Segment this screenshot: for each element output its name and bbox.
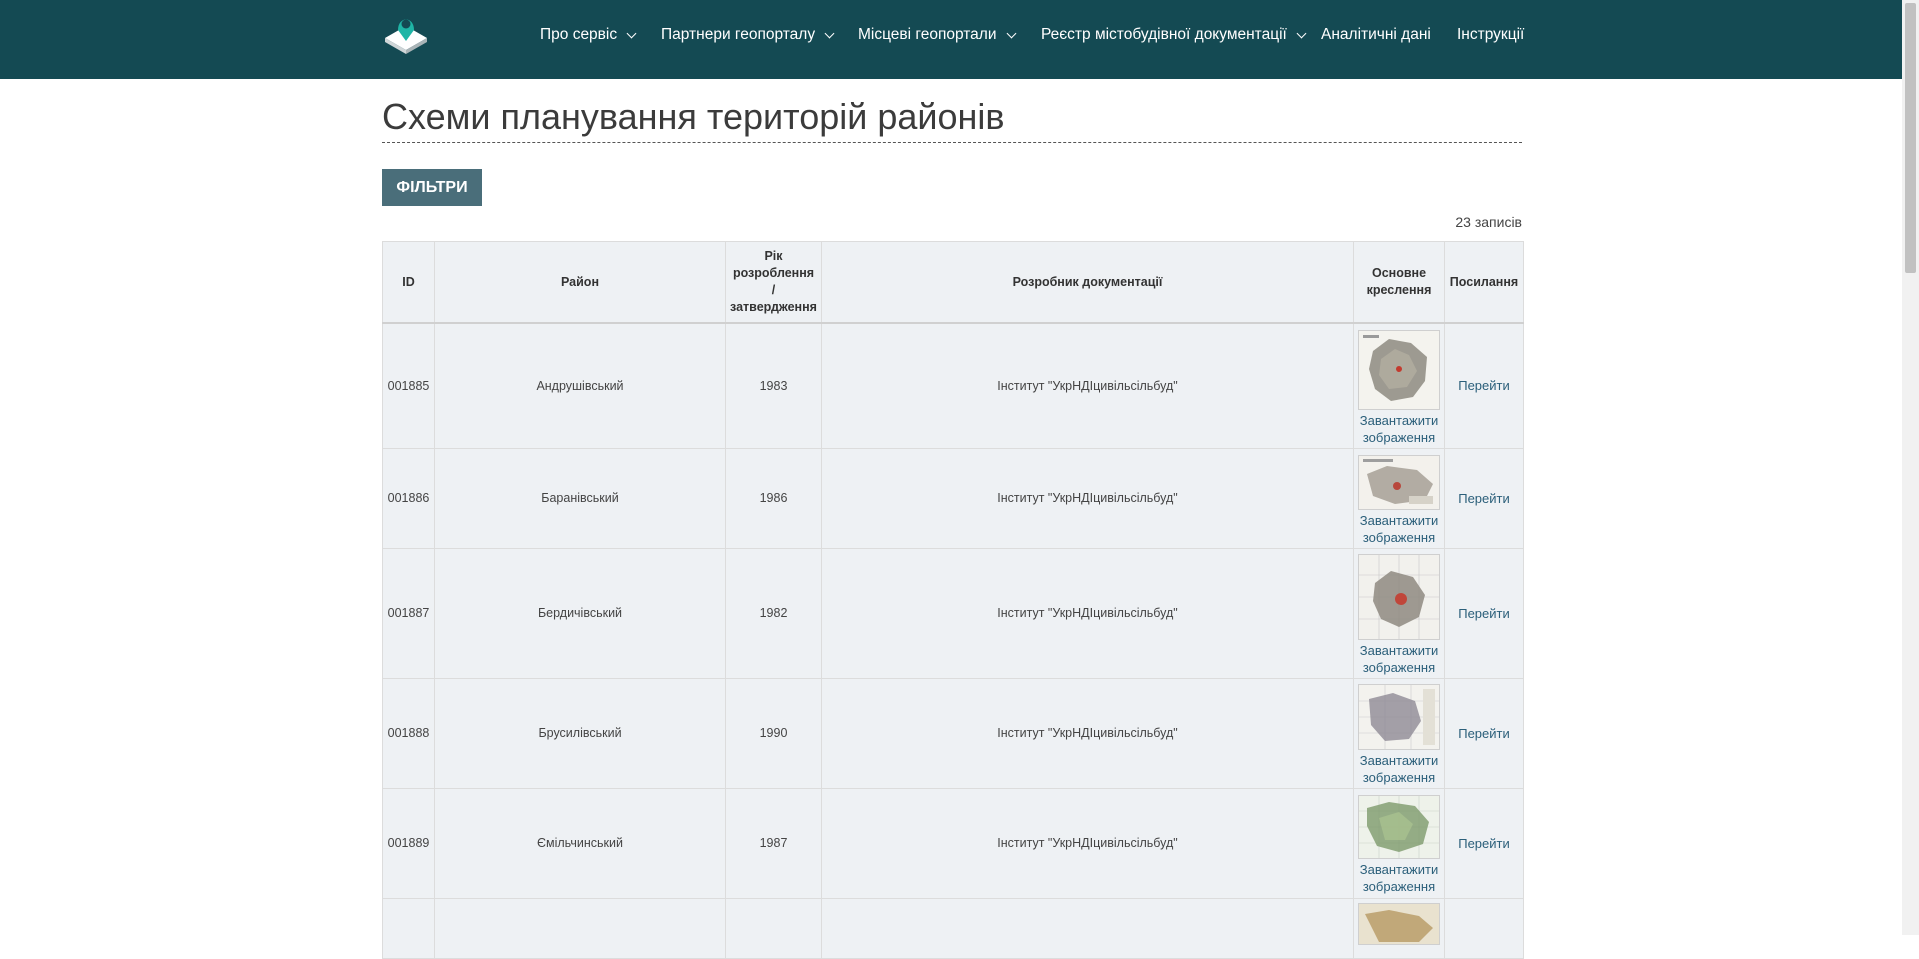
- cell-year: 1990: [725, 677, 822, 789]
- chevron-down-icon: [626, 28, 637, 38]
- map-thumbnail[interactable]: [1358, 329, 1440, 410]
- table-row: 001889 Ємільчинський 1987 Інститут "УкрН…: [382, 787, 1524, 899]
- cell-id: 001886: [382, 447, 435, 549]
- download-image-link[interactable]: Завантажити зображення: [1358, 642, 1440, 676]
- nav-item-label: Партнери геопорталу: [661, 26, 816, 43]
- table-row: 001887 Бердичівський 1982 Інститут "УкрН…: [382, 547, 1524, 679]
- table-row: 001886 Баранівський 1986 Інститут "УкрНД…: [382, 447, 1524, 549]
- map-thumbnail[interactable]: [1358, 454, 1440, 510]
- scrollbar-thumb[interactable]: [1905, 3, 1916, 273]
- cell-district: Баранівський: [434, 447, 726, 549]
- nav-item-about[interactable]: Про сервіс: [540, 26, 637, 44]
- cell-district: Бердичівський: [434, 547, 726, 679]
- map-thumbnail[interactable]: [1358, 554, 1440, 640]
- cell-year: 1987: [725, 787, 822, 899]
- cell-id: [382, 897, 435, 959]
- map-thumbnail[interactable]: [1358, 902, 1440, 945]
- cell-district: Андрушівський: [434, 322, 726, 449]
- cell-year: 1986: [725, 447, 822, 549]
- table-row: [382, 897, 1524, 959]
- cell-drawing: Завантажити зображення: [1353, 787, 1445, 899]
- column-header-drawing[interactable]: Основне креслення: [1353, 241, 1445, 324]
- page-scrollbar[interactable]: [1902, 0, 1919, 935]
- nav-item-registry[interactable]: Реєстр містобудівної документації: [1041, 26, 1307, 44]
- column-header-developer[interactable]: Розробник документації: [821, 241, 1354, 324]
- cell-developer: Інститут "УкрНДІцивільсільбуд": [821, 787, 1354, 899]
- cell-year: 1983: [725, 322, 822, 449]
- record-count: 23 записів: [1455, 214, 1522, 230]
- download-image-link[interactable]: Завантажити зображення: [1358, 752, 1440, 786]
- cell-link: [1444, 897, 1524, 959]
- column-header-district[interactable]: Район: [434, 241, 726, 324]
- table-row: 001885 Андрушівський 1983 Інститут "УкрН…: [382, 322, 1524, 449]
- download-image-link[interactable]: Завантажити зображення: [1358, 861, 1440, 895]
- chevron-down-icon: [824, 28, 835, 38]
- documents-table: ID Район Рік розроблення / затвердження …: [382, 241, 1524, 959]
- column-header-id[interactable]: ID: [382, 241, 435, 324]
- download-image-link[interactable]: Завантажити зображення: [1358, 512, 1440, 546]
- page-title: Схеми планування територій районів: [382, 96, 1005, 137]
- filters-button[interactable]: ФІЛЬТРИ: [382, 169, 482, 206]
- cell-drawing: Завантажити зображення: [1353, 447, 1445, 549]
- go-link[interactable]: Перейти: [1458, 606, 1510, 621]
- download-image-link[interactable]: Завантажити зображення: [1358, 412, 1440, 446]
- nav-item-label: Про сервіс: [540, 26, 618, 43]
- cell-id: 001889: [382, 787, 435, 899]
- cell-district: Брусилівський: [434, 677, 726, 789]
- cell-link: Перейти: [1444, 787, 1524, 899]
- cell-developer: [821, 897, 1354, 959]
- go-link[interactable]: Перейти: [1458, 378, 1510, 393]
- cell-developer: Інститут "УкрНДІцивільсільбуд": [821, 547, 1354, 679]
- column-header-year[interactable]: Рік розроблення / затвердження: [725, 241, 822, 324]
- map-thumbnail[interactable]: [1358, 684, 1440, 750]
- nav-item-label: Інструкції: [1457, 26, 1525, 43]
- nav-item-analytics[interactable]: Аналітичні дані: [1321, 26, 1431, 44]
- table-row: 001888 Брусилівський 1990 Інститут "УкрН…: [382, 677, 1524, 789]
- cell-link: Перейти: [1444, 677, 1524, 789]
- nav-item-instructions[interactable]: Інструкції: [1457, 26, 1524, 44]
- map-thumbnail[interactable]: [1358, 795, 1440, 859]
- go-link[interactable]: Перейти: [1458, 491, 1510, 506]
- cell-link: Перейти: [1444, 547, 1524, 679]
- cell-district: [434, 897, 726, 959]
- chevron-down-icon: [1296, 28, 1307, 38]
- table-header-row: ID Район Рік розроблення / затвердження …: [382, 241, 1524, 324]
- cell-id: 001885: [382, 322, 435, 449]
- cell-link: Перейти: [1444, 322, 1524, 449]
- cell-developer: Інститут "УкрНДІцивільсільбуд": [821, 677, 1354, 789]
- column-header-link[interactable]: Посилання: [1444, 241, 1524, 324]
- go-link[interactable]: Перейти: [1458, 726, 1510, 741]
- cell-developer: Інститут "УкрНДІцивільсільбуд": [821, 322, 1354, 449]
- cell-year: [725, 897, 822, 959]
- nav-item-label: Місцеві геопортали: [858, 26, 997, 43]
- nav-item-label: Реєстр містобудівної документації: [1041, 26, 1287, 43]
- cell-id: 001888: [382, 677, 435, 789]
- cell-id: 001887: [382, 547, 435, 679]
- top-navigation-bar: Про сервіс Партнери геопорталу Місцеві г…: [0, 0, 1902, 79]
- go-link[interactable]: Перейти: [1458, 836, 1510, 851]
- nav-item-label: Аналітичні дані: [1321, 26, 1431, 43]
- main-nav: Про сервіс Партнери геопорталу Місцеві г…: [0, 0, 1902, 74]
- cell-drawing: [1353, 897, 1445, 959]
- nav-item-partners[interactable]: Партнери геопорталу: [661, 26, 835, 44]
- title-divider: [382, 142, 1522, 143]
- chevron-down-icon: [1006, 28, 1016, 38]
- cell-drawing: Завантажити зображення: [1353, 547, 1445, 679]
- cell-drawing: Завантажити зображення: [1353, 677, 1445, 789]
- cell-developer: Інститут "УкрНДІцивільсільбуд": [821, 447, 1354, 549]
- cell-drawing: Завантажити зображення: [1353, 322, 1445, 449]
- cell-district: Ємільчинський: [434, 787, 726, 899]
- nav-item-local-geoportals[interactable]: Місцеві геопортали: [858, 26, 1016, 44]
- cell-link: Перейти: [1444, 447, 1524, 549]
- cell-year: 1982: [725, 547, 822, 679]
